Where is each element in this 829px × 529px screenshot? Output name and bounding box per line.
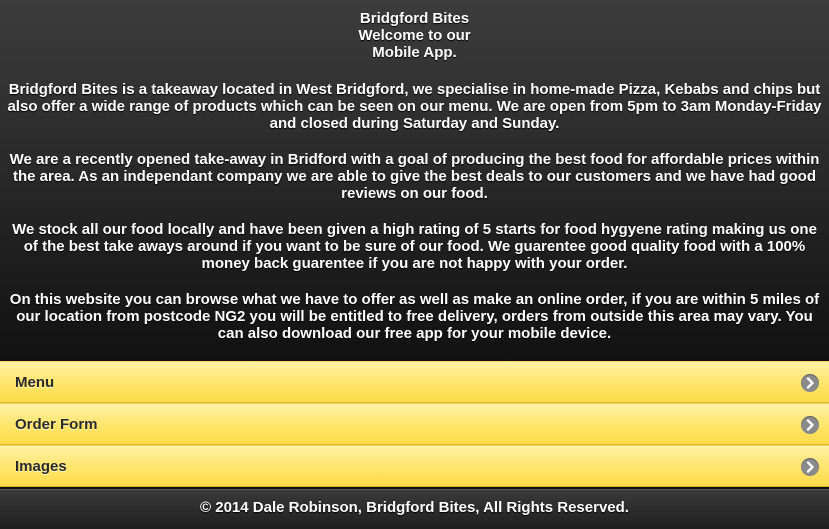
- welcome-heading: Bridgford Bites Welcome to our Mobile Ap…: [0, 10, 829, 61]
- app-title: Bridgford Bites: [359, 10, 470, 27]
- intro-paragraph: Bridgford Bites is a takeaway located in…: [7, 81, 822, 132]
- nav-item-label: Order Form: [15, 416, 98, 433]
- website-paragraph: On this website you can browse what we h…: [9, 291, 820, 342]
- chevron-right-icon: [801, 416, 819, 434]
- main-content: Bridgford Bites Welcome to our Mobile Ap…: [0, 0, 829, 361]
- welcome-subline: Mobile App.: [372, 44, 457, 61]
- nav-item-label: Images: [15, 458, 67, 475]
- nav-list: Menu Order Form Images: [0, 361, 829, 489]
- chevron-right-icon: [801, 374, 819, 392]
- nav-item-label: Menu: [15, 374, 55, 391]
- nav-item-images[interactable]: Images: [0, 445, 829, 487]
- app-page: Bridgford Bites Welcome to our Mobile Ap…: [0, 0, 829, 529]
- chevron-right-icon: [801, 458, 819, 476]
- quality-paragraph: We stock all our food locally and have b…: [12, 221, 817, 272]
- nav-item-menu[interactable]: Menu: [0, 361, 829, 403]
- nav-item-order-form[interactable]: Order Form: [0, 403, 829, 445]
- welcome-line: Welcome to our: [358, 27, 471, 44]
- about-paragraph: We are a recently opened take-away in Br…: [9, 151, 820, 202]
- footer-copyright: © 2014 Dale Robinson, Bridgford Bites, A…: [0, 489, 829, 529]
